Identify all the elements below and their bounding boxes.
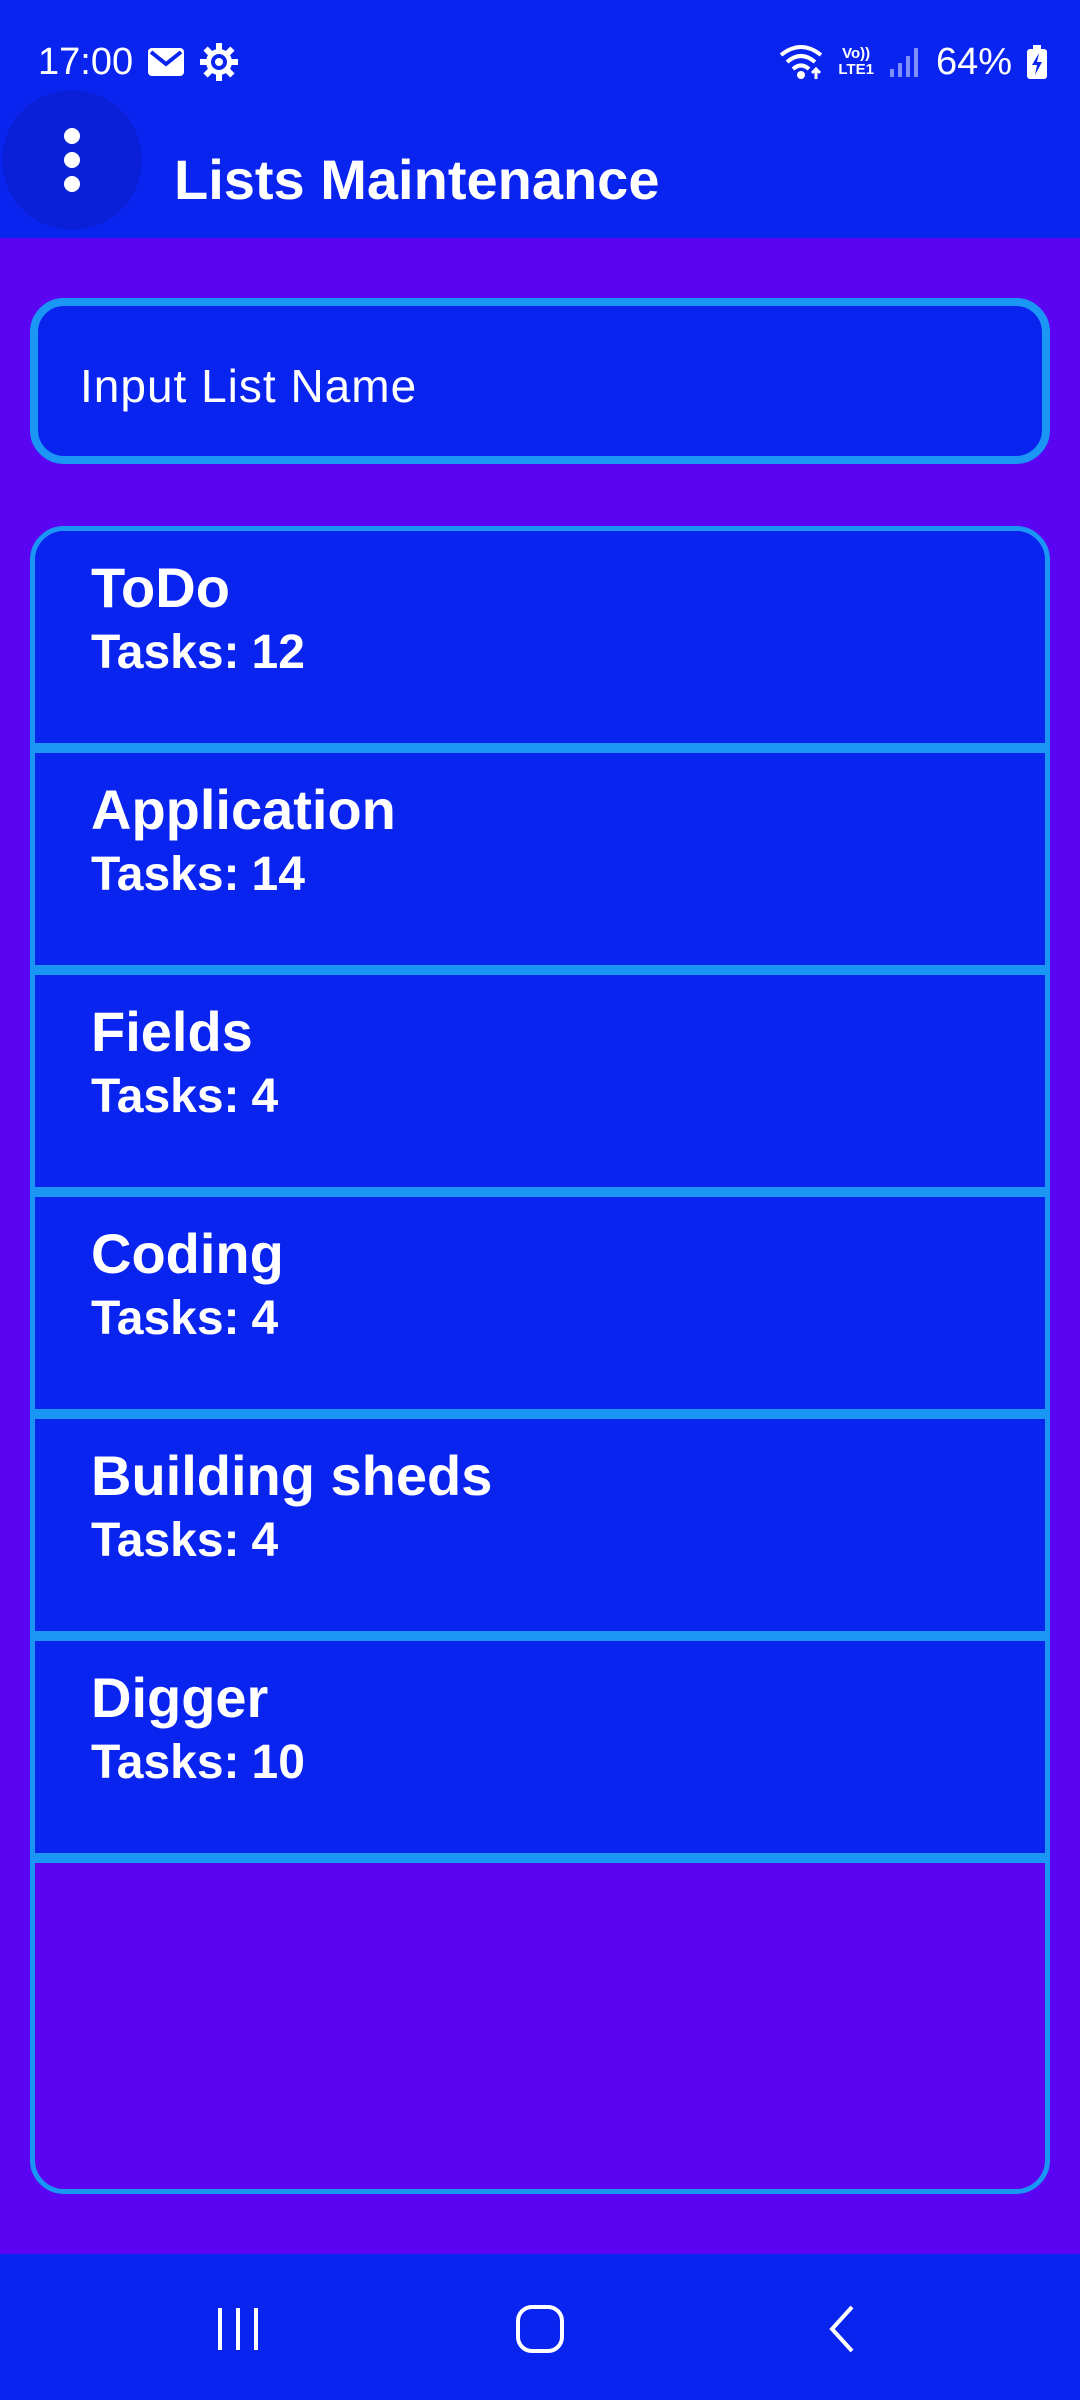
settings-gear-icon [199,42,239,82]
more-vert-icon [62,127,82,193]
lte-label-top: Vo)) [842,45,871,62]
list-item-task-count: Tasks: 4 [91,1291,278,1347]
page-title: Lists Maintenance [174,148,660,211]
recents-button[interactable] [178,2284,298,2374]
task-count-value: 10 [251,1736,305,1789]
home-icon [515,2304,565,2354]
task-count-label: Tasks: [91,626,240,679]
list-item-name: Digger [91,1666,269,1729]
battery-percent: 64% [935,40,1012,83]
list-item-name: Building sheds [91,1444,493,1507]
list-item-application[interactable]: Application Tasks: 14 [35,753,1045,975]
task-count-label: Tasks: [91,1070,240,1123]
task-count-label: Tasks: [91,848,240,901]
signal-icon [888,45,922,79]
list-item-digger[interactable]: Digger Tasks: 10 [35,1641,1045,1863]
back-button[interactable] [782,2284,902,2374]
recents-icon [214,2306,262,2352]
navigation-bar [0,2254,1080,2400]
list-item-name: Coding [91,1222,284,1285]
app-bar: Lists Maintenance [0,90,1080,238]
task-count-label: Tasks: [91,1292,240,1345]
status-left: 17:00 [38,38,239,86]
list-name-field[interactable] [30,298,1050,464]
task-count-label: Tasks: [91,1736,240,1789]
back-icon [826,2304,858,2354]
list-item-fields[interactable]: Fields Tasks: 4 [35,975,1045,1197]
list-item-task-count: Tasks: 10 [91,1735,305,1791]
task-count-value: 14 [251,848,305,901]
list-item-building-sheds[interactable]: Building sheds Tasks: 4 [35,1419,1045,1641]
task-count-label: Tasks: [91,1514,240,1567]
list-item-task-count: Tasks: 12 [91,625,305,681]
status-time: 17:00 [38,40,134,83]
list-item-task-count: Tasks: 4 [91,1069,278,1125]
list-item-name: ToDo [91,556,230,619]
list-item-name: Fields [91,1000,253,1063]
lte-badge: Vo)) LTE1 [838,46,874,78]
list-item-task-count: Tasks: 14 [91,847,305,903]
task-count-value: 4 [251,1514,279,1567]
list-item-task-count: Tasks: 4 [91,1513,278,1569]
list-item-coding[interactable]: Coding Tasks: 4 [35,1197,1045,1419]
home-button[interactable] [480,2284,600,2374]
list-item-name: Application [91,778,396,841]
lists-container: ToDo Tasks: 12 Application Tasks: 14 Field… [30,526,1050,2194]
task-count-value: 12 [251,626,305,679]
lte-label-bottom: LTE1 [838,61,874,78]
task-count-value: 4 [251,1292,279,1345]
status-right: Vo)) LTE1 64% [778,38,1048,86]
mail-icon [147,46,185,78]
more-options-button[interactable] [2,90,142,230]
list-item-todo[interactable]: ToDo Tasks: 12 [35,531,1045,753]
list-name-input[interactable] [78,350,982,422]
battery-charging-icon [1026,44,1048,80]
wifi-icon [778,43,824,81]
task-count-value: 4 [251,1070,279,1123]
status-bar: 17:00 Vo)) LTE1 64% [0,0,1080,120]
